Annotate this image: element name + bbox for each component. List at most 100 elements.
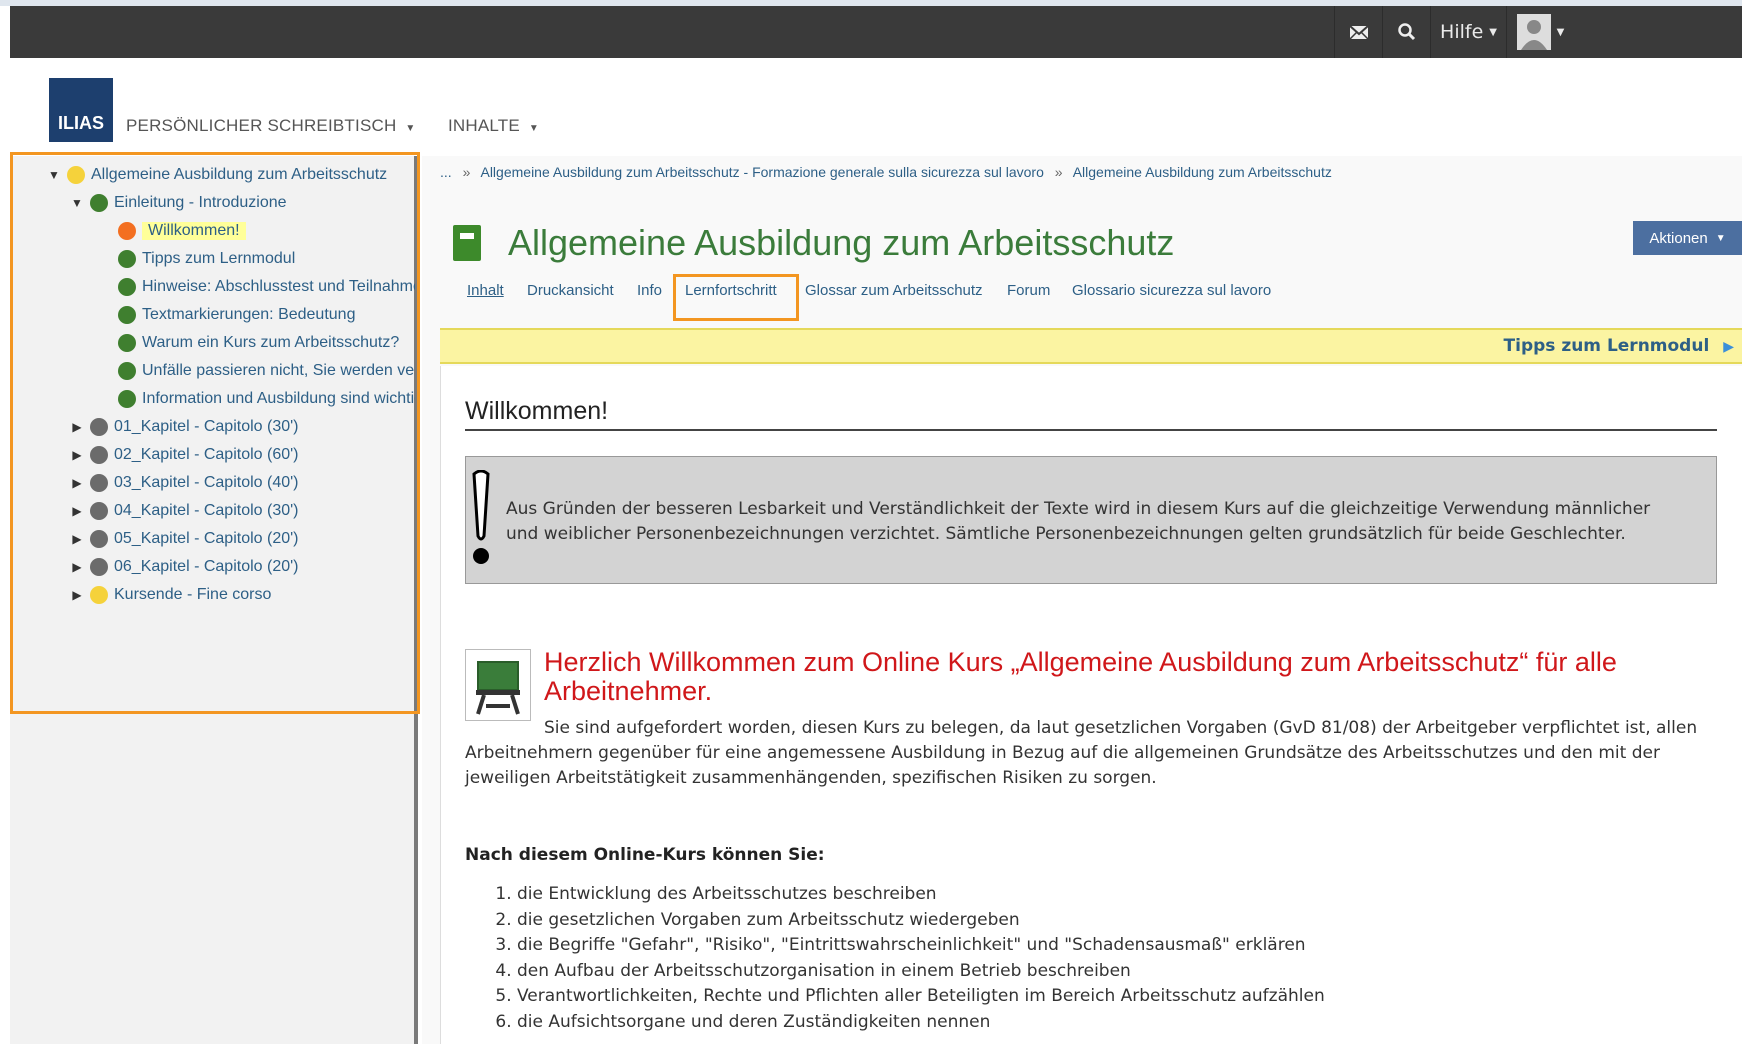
avatar-icon [1516,14,1551,50]
envelope-icon [1348,24,1369,40]
status-icon [118,334,136,352]
list-item: die Entwicklung des Arbeitsschutzes besc… [517,882,1325,908]
search-icon [1397,23,1415,41]
page-navigation-bar: Tipps zum Lernmodul ▶ [440,328,1742,364]
tree-item-label: 01_Kapitel - Capitolo (30') [114,418,299,435]
caret-down-icon: ▼ [1715,232,1726,244]
status-icon [118,250,136,268]
tree-item-label: 06_Kapitel - Capitolo (20') [114,558,299,575]
status-icon [118,306,136,324]
breadcrumb-separator: » [462,164,471,180]
intro-paragraph: Sie sind aufgefordert worden, diesen Kur… [465,718,1698,788]
tree-item-current[interactable]: Willkommen! [118,218,246,244]
list-item: die gesetzlichen Vorgaben zum Arbeitssch… [517,908,1325,934]
list-item: die Aufsichtsorgane und deren Zuständigk… [517,1010,1325,1036]
actions-button[interactable]: Aktionen ▼ [1633,221,1742,255]
status-icon [90,502,108,520]
expand-down-icon[interactable]: ▼ [47,168,61,182]
tab-info[interactable]: Info [637,282,662,299]
tree-item-label: Unfälle passieren nicht, Sie werden veru… [142,362,415,379]
status-icon [90,194,108,212]
tree-item-chapter[interactable]: ▶ 05_Kapitel - Capitolo (20') [70,526,299,552]
breadcrumb-separator: » [1054,164,1063,180]
tree-item-label: 03_Kapitel - Capitolo (40') [114,474,299,491]
expand-right-icon[interactable]: ▶ [70,560,84,574]
tab-print-view[interactable]: Druckansicht [527,282,614,299]
status-icon [90,558,108,576]
tree-item-chapter[interactable]: ▶ 01_Kapitel - Capitolo (30') [70,414,299,440]
user-menu[interactable]: ▼ [1506,6,1574,58]
tree-item-label: Kursende - Fine corso [114,586,272,603]
tree-item[interactable]: Information und Ausbildung sind wichtig [118,386,415,412]
caret-down-icon: ▼ [405,123,416,134]
tree-item-label: Willkommen! [142,222,246,240]
nav-content[interactable]: INHALTE ▼ [448,116,539,136]
status-icon [118,278,136,296]
ilias-logo[interactable]: ILIAS [49,78,113,142]
tree-item-label: 05_Kapitel - Capitolo (20') [114,530,299,547]
exclamation-icon [472,470,490,564]
learning-module-icon [453,225,481,261]
status-icon [118,362,136,380]
tree-item-label: Warum ein Kurs zum Arbeitsschutz? [142,334,400,351]
section-heading: Willkommen! [465,397,609,425]
logo-text: ILIAS [57,113,104,133]
caret-down-icon: ▼ [1556,26,1565,38]
tree-item[interactable]: Unfälle passieren nicht, Sie werden veru… [118,358,415,384]
breadcrumb-item[interactable]: Allgemeine Ausbildung zum Arbeitsschutz … [480,164,1043,180]
next-page-link[interactable]: Tipps zum Lernmodul ▶ [1504,336,1734,356]
arrow-right-icon: ▶ [1723,339,1734,355]
expand-down-icon[interactable]: ▼ [70,196,84,210]
help-label: Hilfe [1440,21,1484,43]
tab-forum[interactable]: Forum [1007,282,1050,299]
tab-glossary-de[interactable]: Glossar zum Arbeitsschutz [805,282,983,299]
list-item: die Begriffe "Gefahr", "Risiko", "Eintri… [517,933,1325,959]
tree-item[interactable]: Warum ein Kurs zum Arbeitsschutz? [118,330,399,356]
expand-right-icon[interactable]: ▶ [70,588,84,602]
tab-highlight-frame [673,274,799,321]
list-item: Verantwortlichkeiten, Rechte und Pflicht… [517,984,1325,1010]
tab-content[interactable]: Inhalt [467,282,504,299]
status-icon [90,530,108,548]
expand-right-icon[interactable]: ▶ [70,504,84,518]
tree-item[interactable]: Hinweise: Abschlusstest und Teilnahme [118,274,415,300]
tree-item-label: Allgemeine Ausbildung zum Arbeitsschutz [91,166,388,183]
breadcrumb: ... » Allgemeine Ausbildung zum Arbeitss… [440,164,1332,180]
expand-right-icon[interactable]: ▶ [70,532,84,546]
expand-right-icon[interactable]: ▶ [70,476,84,490]
welcome-heading: Herzlich Willkommen zum Online Kurs „All… [544,647,1617,706]
search-button[interactable] [1382,6,1430,58]
tree-item-chapter[interactable]: ▶ 04_Kapitel - Capitolo (30') [70,498,299,524]
mail-button[interactable] [1334,6,1382,58]
expand-right-icon[interactable]: ▶ [70,448,84,462]
tree-item-chapter[interactable]: ▶ Kursende - Fine corso [70,582,271,608]
help-menu[interactable]: Hilfe ▼ [1430,6,1506,58]
status-icon [90,586,108,604]
status-icon [118,390,136,408]
next-page-label: Tipps zum Lernmodul [1503,336,1710,356]
tree-item-introduction[interactable]: ▼ Einleitung - Introduzione [70,190,287,216]
tree-item[interactable]: Textmarkierungen: Bedeutung [118,302,355,328]
breadcrumb-ellipsis[interactable]: ... [440,164,452,180]
nav-personal-desktop[interactable]: PERSÖNLICHER SCHREIBTISCH ▼ [126,116,415,136]
tree-item-label: Einleitung - Introduzione [114,194,287,211]
expand-right-icon[interactable]: ▶ [70,420,84,434]
tree-item-course[interactable]: ▼ Allgemeine Ausbildung zum Arbeitsschut… [47,162,387,188]
nav-label: INHALTE [448,116,520,135]
tree-item-label: 04_Kapitel - Capitolo (30') [114,502,299,519]
goals-heading: Nach diesem Online-Kurs können Sie: [465,845,825,865]
tree-item-label: Information und Ausbildung sind wichtig [142,390,415,407]
breadcrumb-item[interactable]: Allgemeine Ausbildung zum Arbeitsschutz [1073,164,1332,180]
tree-item-label: Tipps zum Lernmodul [142,250,296,267]
tree-item-label: 02_Kapitel - Capitolo (60') [114,446,299,463]
note-text: Aus Gründen der besseren Lesbarkeit und … [506,499,1651,544]
status-icon [90,418,108,436]
navigation-tree: ▼ Allgemeine Ausbildung zum Arbeitsschut… [10,160,415,720]
tree-item-chapter[interactable]: ▶ 03_Kapitel - Capitolo (40') [70,470,299,496]
tree-item-chapter[interactable]: ▶ 06_Kapitel - Capitolo (20') [70,554,299,580]
tab-glossary-it[interactable]: Glossario sicurezza sul lavoro [1072,282,1271,299]
teacher-board-icon [465,649,531,721]
tree-item[interactable]: Tipps zum Lernmodul [118,246,295,272]
nav-label: PERSÖNLICHER SCHREIBTISCH [126,116,397,135]
tree-item-chapter[interactable]: ▶ 02_Kapitel - Capitolo (60') [70,442,299,468]
